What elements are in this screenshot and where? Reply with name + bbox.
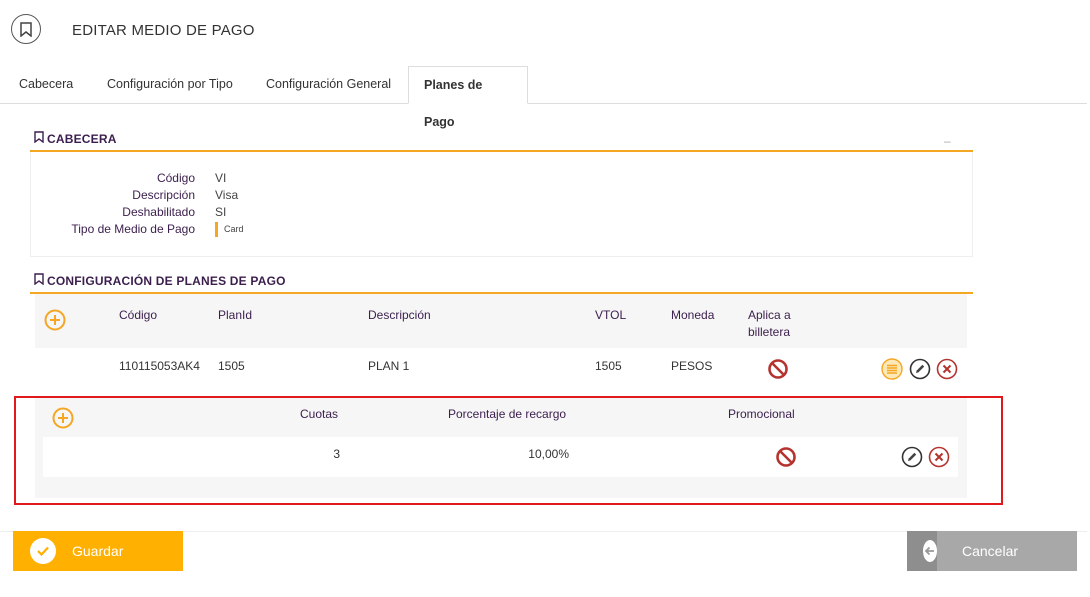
row-moneda: PESOS xyxy=(671,359,713,373)
col-header-codigo: Código xyxy=(119,308,158,322)
add-plan-button[interactable] xyxy=(44,309,66,331)
col-header-billetera: billetera xyxy=(748,325,791,339)
tab-cabecera[interactable]: Cabecera xyxy=(19,66,73,103)
bookmark-icon xyxy=(34,273,44,288)
field-label-tipo-medio-pago: Tipo de Medio de Pago xyxy=(71,222,195,236)
row-codigo: 110115053AK4 xyxy=(119,359,200,373)
col-header-descripcion: Descripción xyxy=(368,308,431,322)
bookmark-icon[interactable] xyxy=(11,14,41,44)
field-value-codigo: VI xyxy=(215,171,227,185)
tab-configuracion-general[interactable]: Configuración General xyxy=(266,66,391,103)
row-descripcion: PLAN 1 xyxy=(368,359,410,373)
planes-title-text: CONFIGURACIÓN DE PLANES DE PAGO xyxy=(47,273,286,288)
cancel-button[interactable]: Cancelar xyxy=(907,531,1077,571)
collapse-button[interactable]: – xyxy=(944,134,951,148)
page-title: EDITAR MEDIO DE PAGO xyxy=(72,22,255,39)
planes-section-title: CONFIGURACIÓN DE PLANES DE PAGO xyxy=(34,273,286,288)
list-icon[interactable] xyxy=(881,358,903,380)
col-header-planid: PlanId xyxy=(218,308,253,322)
check-icon xyxy=(30,538,56,564)
tab-configuracion-por-tipo[interactable]: Configuración por Tipo xyxy=(107,66,233,103)
tab-planes-de-pago[interactable]: Planes de Pago xyxy=(408,66,528,129)
cancel-button-label: Cancelar xyxy=(962,543,1019,559)
cabecera-title-text: CABECERA xyxy=(47,131,117,146)
field-value-descripcion: Visa xyxy=(215,188,239,202)
col-header-aplica: Aplica a xyxy=(748,308,791,322)
bookmark-icon xyxy=(34,131,44,146)
row-planid: 1505 xyxy=(218,359,245,373)
tabs-divider xyxy=(0,103,1087,104)
save-button[interactable]: Guardar xyxy=(13,531,183,571)
row-vtol: 1505 xyxy=(595,359,622,373)
field-label-deshabilitado: Deshabilitado xyxy=(122,205,195,219)
cancel-icon-wrap xyxy=(907,531,937,571)
tipo-medio-pago-badge: Card xyxy=(215,222,244,237)
arrow-left-icon xyxy=(923,540,937,562)
planes-table-header xyxy=(35,294,967,348)
col-header-vtol: VTOL xyxy=(595,308,627,322)
field-value-deshabilitado: SI xyxy=(215,205,227,219)
deny-icon xyxy=(767,358,789,385)
delete-icon[interactable] xyxy=(936,358,958,380)
edit-icon[interactable] xyxy=(909,358,931,380)
field-label-descripcion: Descripción xyxy=(132,188,195,202)
field-label-codigo: Código xyxy=(156,171,195,185)
col-header-moneda: Moneda xyxy=(671,308,715,322)
highlight-box xyxy=(14,396,1003,505)
save-button-label: Guardar xyxy=(72,543,124,559)
cabecera-section-title: CABECERA xyxy=(34,131,117,146)
